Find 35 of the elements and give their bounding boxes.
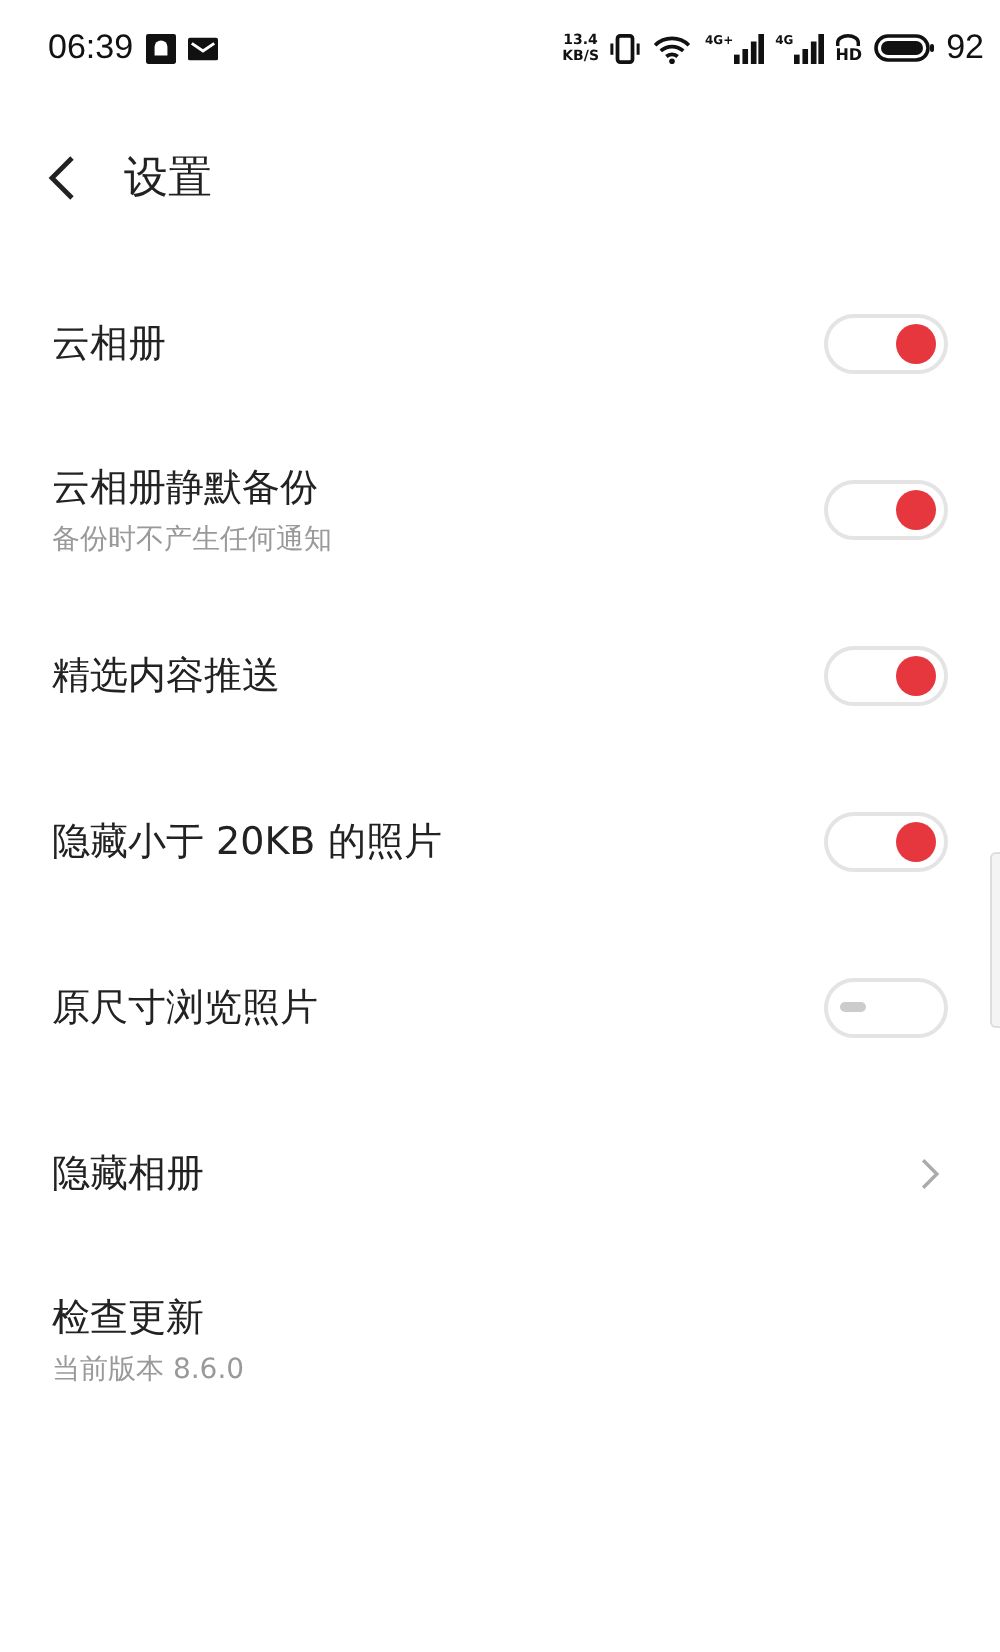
- setting-row[interactable]: 云相册静默备份 备份时不产生任何通知: [0, 426, 988, 592]
- toggle-switch[interactable]: [824, 811, 948, 871]
- setting-row[interactable]: 检查更新 当前版本 8.6.0: [0, 1256, 988, 1422]
- toggle-switch[interactable]: [824, 645, 948, 705]
- chevron-icon: [920, 1157, 940, 1189]
- setting-row[interactable]: 隐藏相册: [0, 1090, 988, 1256]
- wifi-icon: [652, 33, 693, 63]
- battery-icon: [874, 34, 935, 62]
- page-title: 设置: [124, 152, 212, 208]
- setting-label: 原尺寸浏览照片: [52, 983, 318, 1033]
- setting-description: 备份时不产生任何通知: [52, 521, 332, 557]
- battery-level: 92: [946, 28, 984, 68]
- toggle-switch[interactable]: [824, 479, 948, 539]
- hd-label: HD: [835, 45, 863, 63]
- setting-label: 隐藏相册: [52, 1149, 204, 1199]
- status-time: 06:39: [48, 28, 134, 68]
- setting-label: 检查更新: [52, 1293, 206, 1343]
- mail-icon: [187, 33, 218, 63]
- setting-row[interactable]: 精选内容推送: [0, 592, 988, 758]
- toggle-switch[interactable]: [824, 977, 948, 1037]
- vibrate-icon: [610, 33, 641, 63]
- toggle-switch[interactable]: [824, 313, 948, 373]
- setting-row[interactable]: 原尺寸浏览照片: [0, 924, 988, 1090]
- signal-icon: [733, 33, 764, 63]
- back-icon[interactable]: [48, 154, 76, 202]
- setting-label: 云相册静默备份: [52, 463, 320, 513]
- notification-icon: [145, 33, 176, 63]
- setting-label: 云相册: [52, 319, 166, 369]
- call-icon: [836, 33, 861, 45]
- setting-row[interactable]: 隐藏小于 20KB 的照片: [0, 758, 988, 924]
- signal-icon: [793, 33, 824, 63]
- setting-label: 精选内容推送: [52, 651, 280, 701]
- setting-label: 隐藏小于 20KB 的照片: [52, 817, 442, 867]
- setting-row[interactable]: 云相册: [0, 260, 988, 426]
- setting-description: 当前版本 8.6.0: [52, 1351, 245, 1387]
